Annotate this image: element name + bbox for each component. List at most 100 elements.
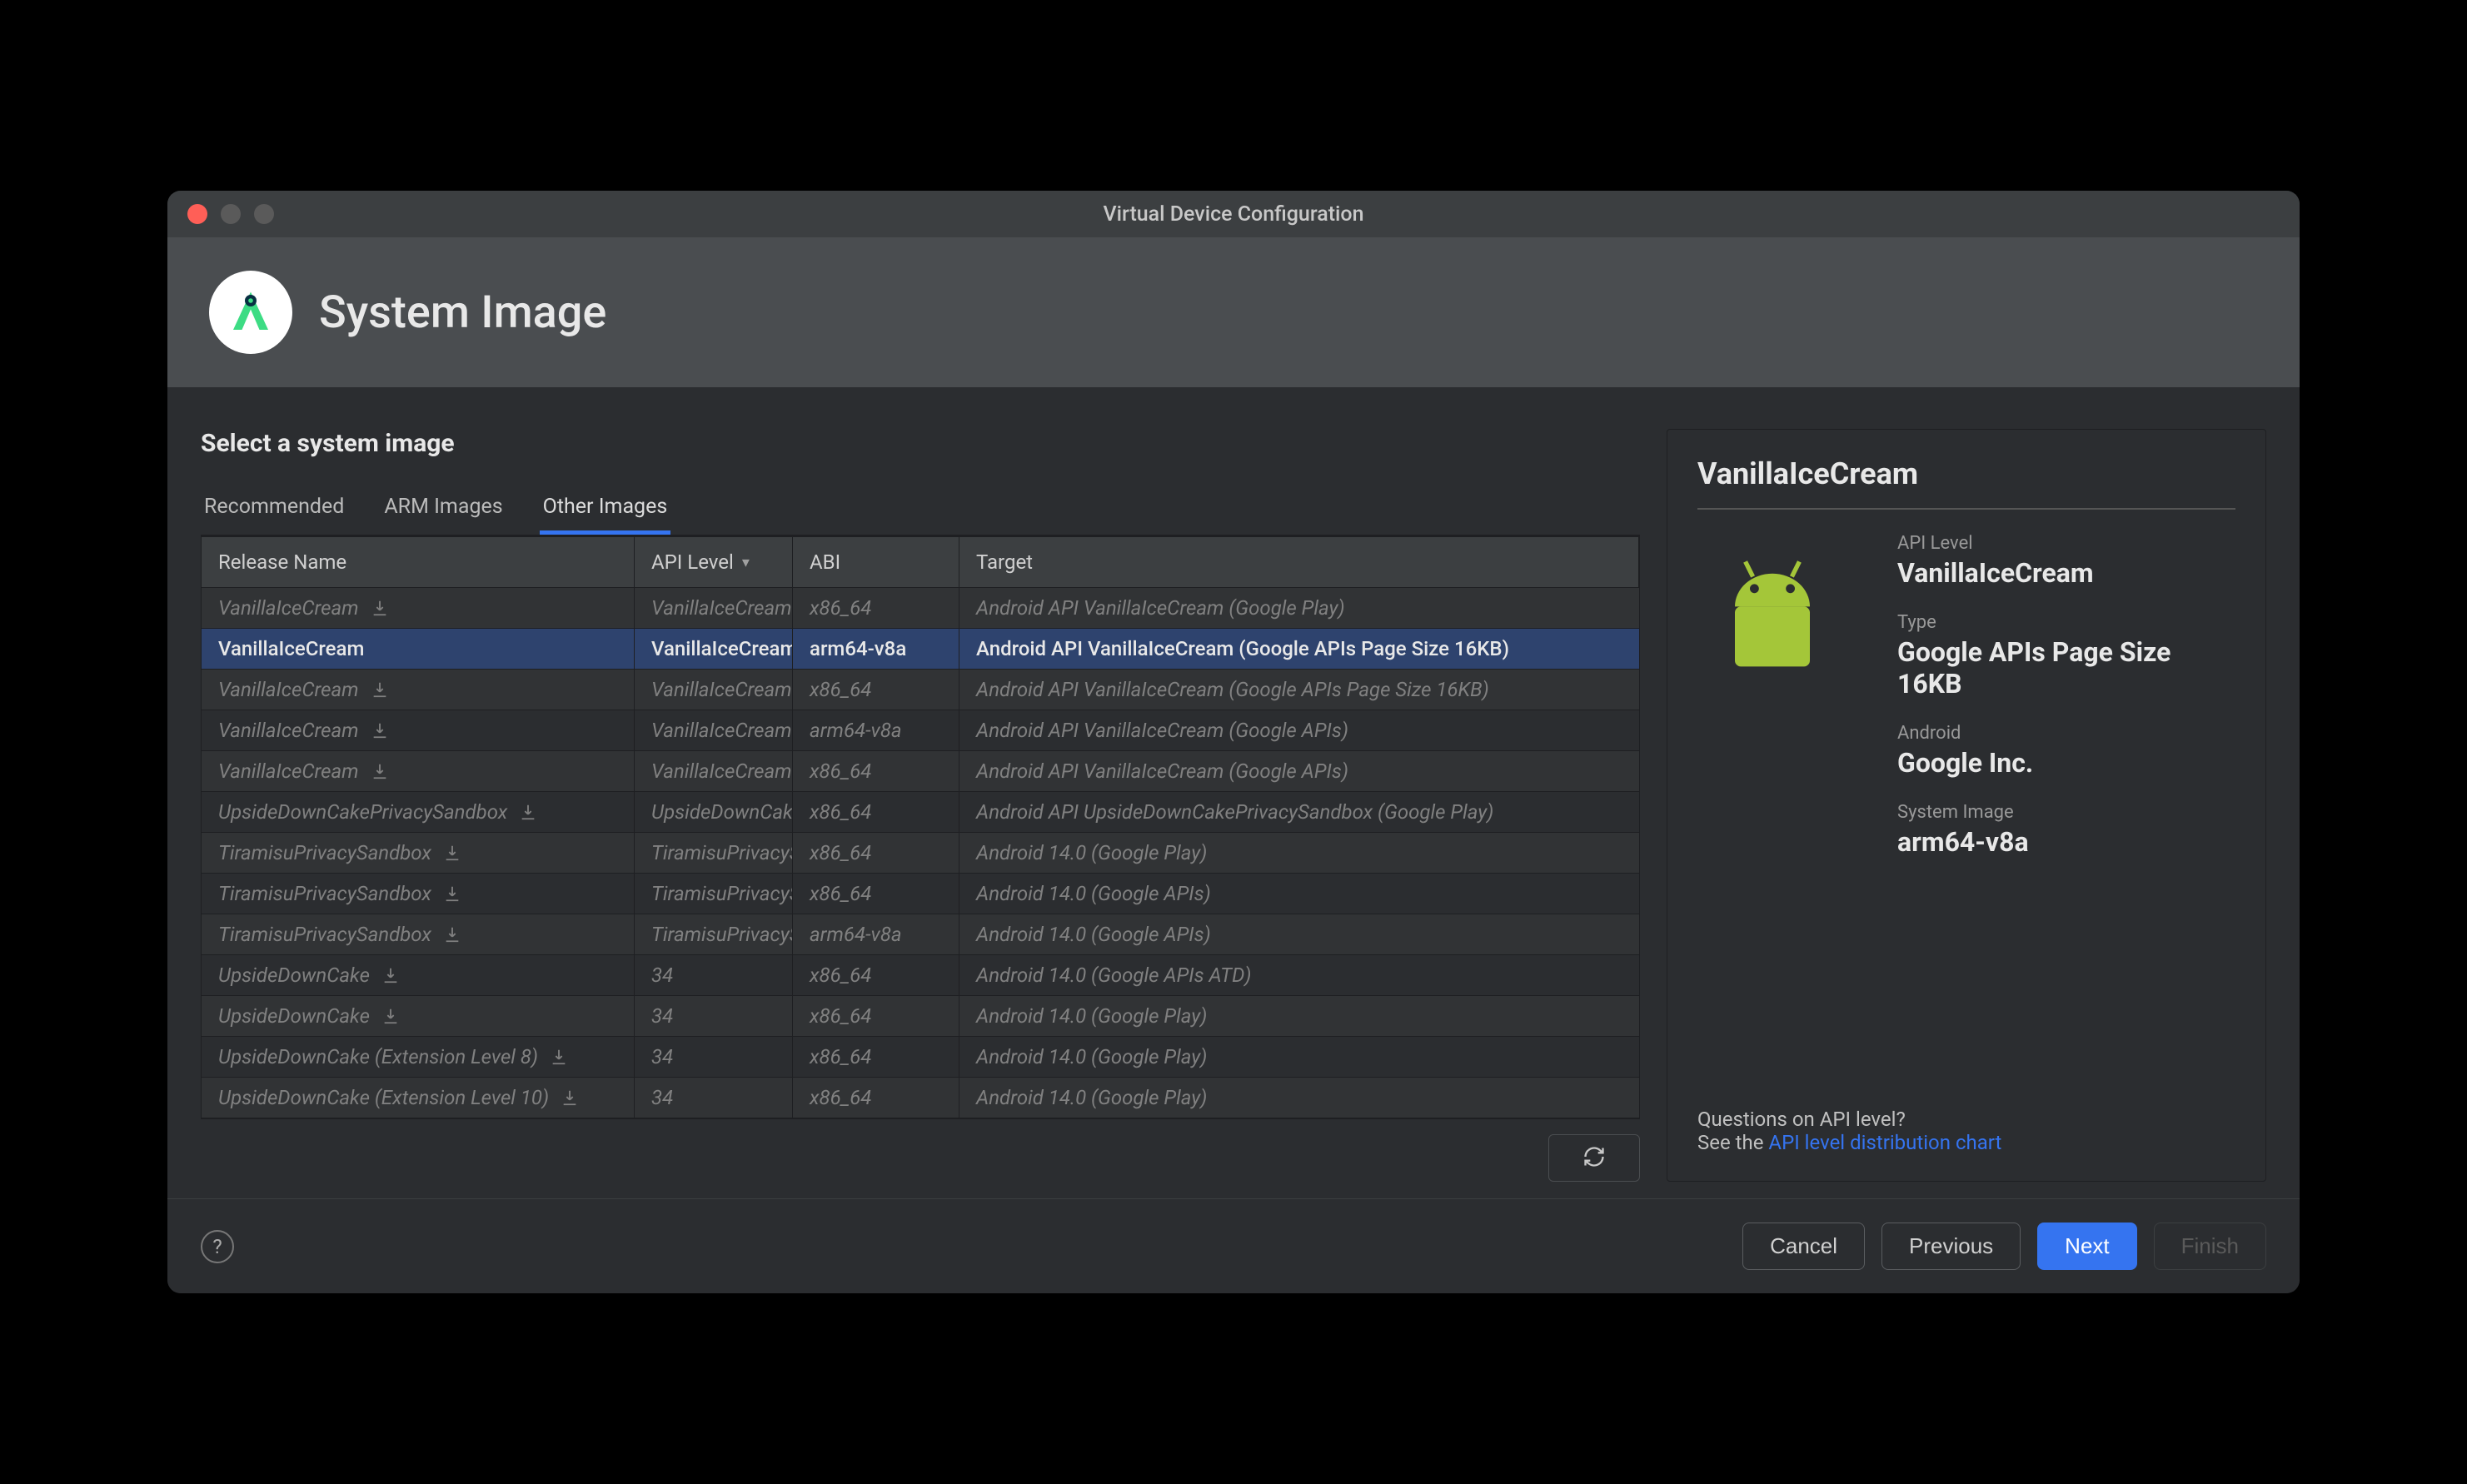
detail-value: arm64-v8a <box>1897 826 2235 858</box>
detail-value: VanillaIceCream <box>1897 557 2235 589</box>
column-abi[interactable]: ABI <box>793 537 959 587</box>
tab-arm-images[interactable]: ARM Images <box>381 483 506 535</box>
table-row[interactable]: VanillaIceCreamVanillaIceCreamx86_64Andr… <box>202 588 1639 629</box>
cell-abi: x86_64 <box>793 588 959 628</box>
cell-target: Android API VanillaIceCream (Google APIs… <box>959 751 1639 791</box>
table-row[interactable]: TiramisuPrivacySandboxTiramisuPrivacySar… <box>202 914 1639 955</box>
left-panel: Select a system image Recommended ARM Im… <box>201 429 1640 1182</box>
cell-target: Android API VanillaIceCream (Google APIs… <box>959 710 1639 750</box>
page-title: System Image <box>319 286 606 339</box>
cell-abi: x86_64 <box>793 996 959 1036</box>
footer: ? Cancel Previous Next Finish <box>167 1198 2300 1293</box>
tabs: Recommended ARM Images Other Images <box>201 483 1640 536</box>
cell-release: TiramisuPrivacySandbox <box>202 914 635 954</box>
help-prefix: See the <box>1697 1131 1768 1154</box>
download-icon[interactable] <box>443 884 461 903</box>
table-row[interactable]: VanillaIceCreamVanillaIceCreamarm64-v8aA… <box>202 629 1639 670</box>
cell-abi: x86_64 <box>793 751 959 791</box>
cell-target: Android 14.0 (Google APIs ATD) <box>959 955 1639 995</box>
table-row[interactable]: UpsideDownCake (Extension Level 10)34x86… <box>202 1078 1639 1118</box>
detail-body: API LevelVanillaIceCream TypeGoogle APIs … <box>1697 533 2235 974</box>
download-icon[interactable] <box>371 762 389 780</box>
column-api-level[interactable]: API Level <box>635 537 793 587</box>
cell-release: UpsideDownCake (Extension Level 8) <box>202 1037 635 1077</box>
download-icon[interactable] <box>443 844 461 862</box>
detail-item: TypeGoogle APIs Page Size 16KB <box>1897 612 2235 700</box>
finish-button[interactable]: Finish <box>2154 1223 2266 1270</box>
cell-abi: arm64-v8a <box>793 710 959 750</box>
cell-api: VanillaIceCream <box>635 588 793 628</box>
cancel-button[interactable]: Cancel <box>1742 1223 1865 1270</box>
cell-abi: arm64-v8a <box>793 914 959 954</box>
help-text: Questions on API level? See the API leve… <box>1697 974 2235 1154</box>
download-icon[interactable] <box>550 1048 568 1066</box>
cell-target: Android 14.0 (Google Play) <box>959 1078 1639 1118</box>
cell-api: TiramisuPrivacyS <box>635 833 793 873</box>
table-row[interactable]: VanillaIceCreamVanillaIceCreamx86_64Andr… <box>202 670 1639 710</box>
detail-item: System Imagearm64-v8a <box>1897 802 2235 858</box>
previous-button[interactable]: Previous <box>1881 1223 2021 1270</box>
download-icon[interactable] <box>519 803 537 821</box>
titlebar: Virtual Device Configuration <box>167 191 2300 237</box>
help-question: Questions on API level? <box>1697 1108 2235 1131</box>
cell-abi: x86_64 <box>793 833 959 873</box>
download-icon[interactable] <box>561 1088 579 1107</box>
minimize-window-button[interactable] <box>221 204 241 224</box>
cell-release: UpsideDownCakePrivacySandbox <box>202 792 635 832</box>
column-release-name[interactable]: Release Name <box>202 537 635 587</box>
api-distribution-link[interactable]: API level distribution chart <box>1768 1131 2001 1154</box>
cell-abi: x86_64 <box>793 670 959 710</box>
table-row[interactable]: TiramisuPrivacySandboxTiramisuPrivacySx8… <box>202 874 1639 914</box>
table-row[interactable]: UpsideDownCake34x86_64Android 14.0 (Goog… <box>202 996 1639 1037</box>
cell-release: TiramisuPrivacySandbox <box>202 874 635 914</box>
cell-release: VanillaIceCream <box>202 710 635 750</box>
cell-api: 34 <box>635 955 793 995</box>
cell-api: UpsideDownCak <box>635 792 793 832</box>
cell-release: VanillaIceCream <box>202 629 635 669</box>
cell-release: VanillaIceCream <box>202 670 635 710</box>
next-button[interactable]: Next <box>2037 1223 2136 1270</box>
tab-other-images[interactable]: Other Images <box>540 483 671 535</box>
cell-target: Android 14.0 (Google Play) <box>959 1037 1639 1077</box>
cell-target: Android API VanillaIceCream (Google APIs… <box>959 629 1639 669</box>
cell-target: Android 14.0 (Google Play) <box>959 833 1639 873</box>
close-window-button[interactable] <box>187 204 207 224</box>
system-image-table: Release Name API Level ABI Target Vanill… <box>201 536 1640 1119</box>
download-icon[interactable] <box>381 966 400 984</box>
dialog-window: Virtual Device Configuration System Imag… <box>167 191 2300 1293</box>
cell-abi: x86_64 <box>793 792 959 832</box>
detail-item: API LevelVanillaIceCream <box>1897 533 2235 589</box>
table-row[interactable]: UpsideDownCakePrivacySandboxUpsideDownCa… <box>202 792 1639 833</box>
table-row[interactable]: VanillaIceCreamVanillaIceCreamx86_64Andr… <box>202 751 1639 792</box>
subtitle: Select a system image <box>201 429 1640 458</box>
cell-release: UpsideDownCake <box>202 996 635 1036</box>
download-icon[interactable] <box>443 925 461 944</box>
refresh-icon <box>1582 1145 1606 1168</box>
detail-title: VanillaIceCream <box>1697 456 2235 510</box>
cell-api: TiramisuPrivacyS <box>635 874 793 914</box>
download-icon[interactable] <box>371 721 389 740</box>
cell-target: Android 14.0 (Google Play) <box>959 996 1639 1036</box>
column-target[interactable]: Target <box>959 537 1639 587</box>
help-button[interactable]: ? <box>201 1230 234 1263</box>
tab-recommended[interactable]: Recommended <box>201 483 347 535</box>
table-body[interactable]: VanillaIceCreamVanillaIceCreamx86_64Andr… <box>202 588 1639 1118</box>
cell-abi: arm64-v8a <box>793 629 959 669</box>
detail-value: Google APIs Page Size 16KB <box>1897 636 2235 700</box>
refresh-button[interactable] <box>1548 1134 1640 1182</box>
cell-target: Android 14.0 (Google APIs) <box>959 874 1639 914</box>
table-row[interactable]: UpsideDownCake34x86_64Android 14.0 (Goog… <box>202 955 1639 996</box>
cell-target: Android API UpsideDownCakePrivacySandbox… <box>959 792 1639 832</box>
android-studio-icon <box>209 271 292 354</box>
table-row[interactable]: UpsideDownCake (Extension Level 8)34x86_… <box>202 1037 1639 1078</box>
footer-buttons: Cancel Previous Next Finish <box>1742 1223 2266 1270</box>
table-row[interactable]: TiramisuPrivacySandboxTiramisuPrivacySx8… <box>202 833 1639 874</box>
maximize-window-button[interactable] <box>254 204 274 224</box>
table-row[interactable]: VanillaIceCreamVanillaIceCreamarm64-v8aA… <box>202 710 1639 751</box>
traffic-lights <box>187 204 274 224</box>
download-icon[interactable] <box>371 680 389 699</box>
cell-release: UpsideDownCake (Extension Level 10) <box>202 1078 635 1118</box>
download-icon[interactable] <box>381 1007 400 1025</box>
download-icon[interactable] <box>371 599 389 617</box>
detail-panel: VanillaIceCream API LevelVani <box>1667 429 2266 1182</box>
